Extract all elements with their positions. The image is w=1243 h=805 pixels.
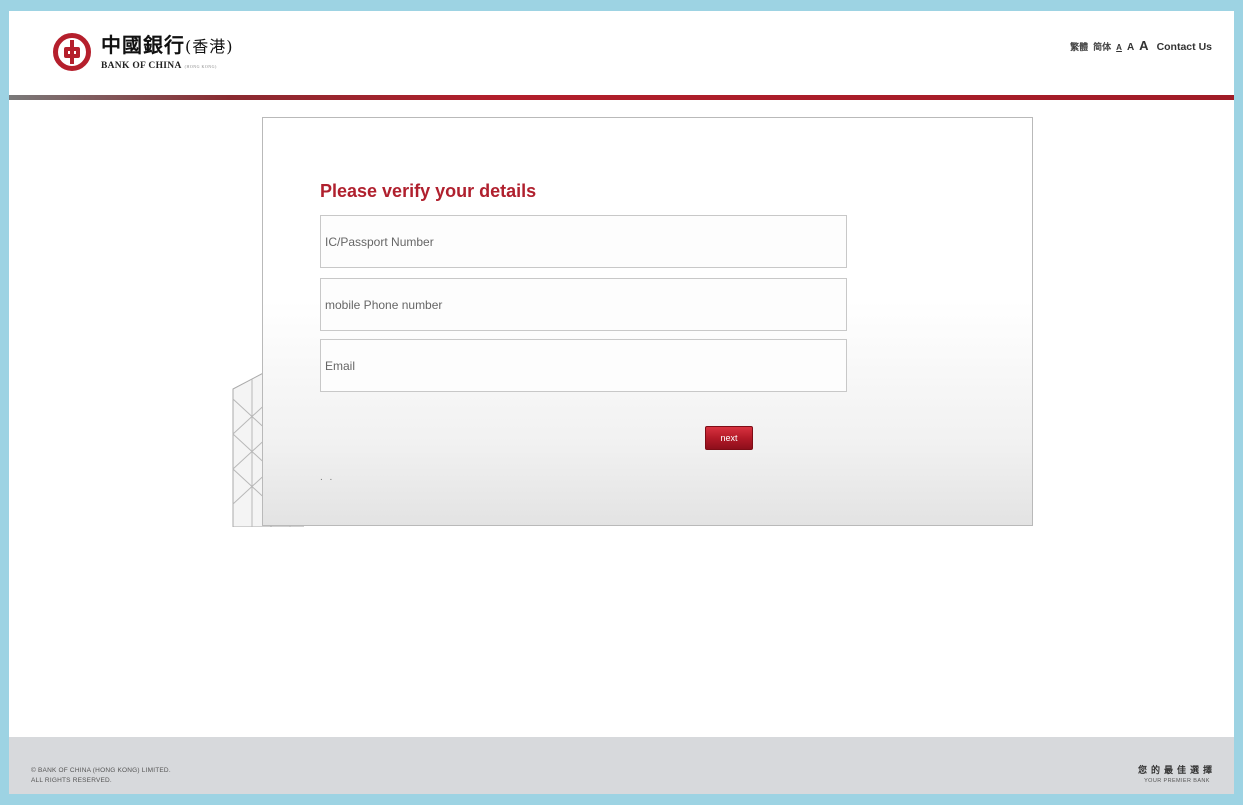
header: 中國銀行(香港) BANK OF CHINA (HONG KONG) 繁體 简体 …	[9, 11, 1234, 97]
email-input[interactable]	[320, 339, 847, 392]
lang-traditional-link[interactable]: 繁體	[1070, 40, 1088, 53]
logo-chinese-name: 中國銀行(香港)	[101, 32, 234, 57]
bank-logo[interactable]: 中國銀行(香港) BANK OF CHINA (HONG KONG)	[53, 33, 234, 71]
font-size-large-button[interactable]: A	[1139, 38, 1148, 53]
header-divider	[9, 95, 1234, 100]
next-button[interactable]: next	[705, 426, 753, 450]
footer-slogan-en: YOUR PREMIER BANK	[1144, 778, 1210, 784]
footer-slogan: 您的最佳選擇 YOUR PREMIER BANK	[1138, 763, 1216, 784]
font-size-medium-button[interactable]: A	[1127, 42, 1134, 53]
verify-form-panel: Please verify your details next . .	[262, 117, 1033, 526]
ic-passport-input[interactable]	[320, 215, 847, 268]
lang-simplified-link[interactable]: 简体	[1093, 40, 1111, 53]
footer-slogan-cn: 您的最佳選擇	[1137, 766, 1216, 776]
form-dots: . .	[320, 472, 335, 483]
footer-copyright: © BANK OF CHINA (HONG KONG) LIMITED. ALL…	[31, 767, 171, 784]
font-size-small-button[interactable]: A	[1116, 43, 1122, 52]
form-title: Please verify your details	[320, 181, 537, 201]
logo-english-name: BANK OF CHINA (HONG KONG)	[101, 60, 217, 71]
bank-logo-icon	[53, 33, 91, 71]
page: 中國銀行(香港) BANK OF CHINA (HONG KONG) 繁體 简体 …	[9, 11, 1234, 794]
footer: © BANK OF CHINA (HONG KONG) LIMITED. ALL…	[9, 737, 1234, 794]
top-links: 繁體 简体 A A A Contact Us	[1070, 38, 1212, 53]
contact-us-link[interactable]: Contact Us	[1157, 41, 1212, 53]
mobile-phone-input[interactable]	[320, 278, 847, 331]
